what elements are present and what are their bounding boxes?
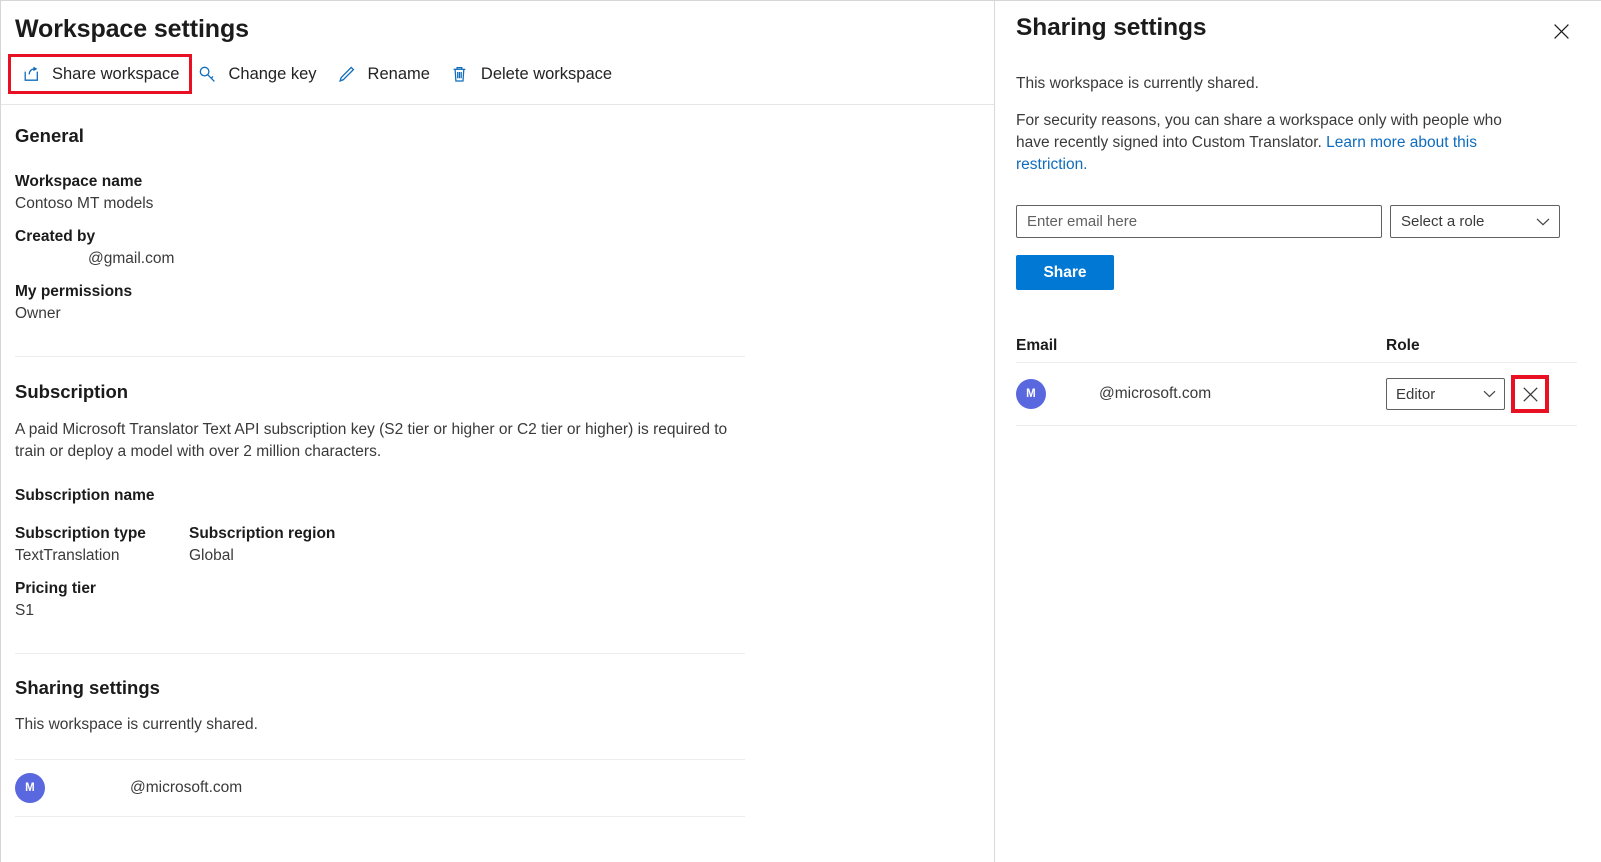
role-select[interactable]: Select a role bbox=[1390, 205, 1560, 238]
sharing-settings-heading: Sharing settings bbox=[15, 676, 160, 698]
share-workspace-label: Share workspace bbox=[52, 64, 180, 83]
column-header-role: Role bbox=[1386, 337, 1420, 354]
key-icon bbox=[195, 63, 219, 85]
subscription-type-value: TextTranslation bbox=[15, 547, 120, 565]
shared-users-table: Email Role M @microsoft.com Editor bbox=[1016, 330, 1577, 426]
general-divider bbox=[15, 355, 745, 357]
subscription-type-label: Subscription type bbox=[15, 524, 146, 542]
table-row-divider bbox=[1016, 425, 1577, 426]
flyout-status-text: This workspace is currently shared. bbox=[1016, 75, 1259, 92]
created-by-label: Created by bbox=[15, 227, 96, 245]
delete-workspace-label: Delete workspace bbox=[480, 64, 613, 83]
sharing-settings-section: Sharing settings This workspace is curre… bbox=[15, 677, 994, 736]
workspace-name-value: Contoso MT models bbox=[15, 195, 154, 213]
change-key-button[interactable]: Change key bbox=[189, 57, 328, 91]
pencil-icon bbox=[335, 63, 359, 85]
subscription-region-value: Global bbox=[189, 547, 234, 565]
column-header-email: Email bbox=[1016, 337, 1058, 354]
subscription-description: A paid Microsoft Translator Text API sub… bbox=[15, 420, 728, 461]
row-role-value: Editor bbox=[1396, 385, 1436, 403]
table-row: M @microsoft.com Editor bbox=[1016, 363, 1577, 425]
share-icon bbox=[19, 63, 43, 85]
my-permissions-label: My permissions bbox=[15, 282, 133, 300]
list-item: M @microsoft.com bbox=[15, 760, 994, 816]
subscription-region-col: Subscription region Global bbox=[189, 523, 335, 568]
avatar: M bbox=[1016, 379, 1046, 409]
share-button[interactable]: Share bbox=[1016, 255, 1114, 290]
share-form: Select a role bbox=[1016, 205, 1577, 238]
general-heading: General bbox=[15, 125, 84, 146]
sharing-status-text: This workspace is currently shared. bbox=[15, 715, 258, 733]
subscription-region-label: Subscription region bbox=[189, 524, 336, 542]
cell-role: Editor bbox=[1386, 375, 1577, 413]
trash-icon bbox=[448, 63, 472, 85]
page-title: Workspace settings bbox=[15, 15, 249, 43]
member-email: @microsoft.com bbox=[130, 779, 243, 797]
change-key-label: Change key bbox=[228, 64, 317, 83]
workspace-settings-screen: Workspace settings Share workspace Chang… bbox=[0, 0, 1601, 862]
subscription-name-label: Subscription name bbox=[15, 487, 155, 505]
remove-member-button[interactable] bbox=[1511, 375, 1549, 413]
flyout-title: Sharing settings bbox=[1016, 14, 1207, 41]
share-workspace-button[interactable]: Share workspace bbox=[7, 54, 193, 94]
general-section: General Workspace name Contoso MT models… bbox=[15, 125, 994, 326]
subscription-divider bbox=[15, 652, 745, 654]
row-role-select[interactable]: Editor bbox=[1386, 378, 1505, 410]
subscription-heading: Subscription bbox=[15, 380, 129, 402]
row-email: @microsoft.com bbox=[1099, 385, 1212, 402]
subscription-type-region-row: Subscription type TextTranslation Subscr… bbox=[15, 523, 994, 568]
chevron-down-icon bbox=[1483, 390, 1496, 398]
chevron-down-icon bbox=[1536, 217, 1550, 226]
avatar: M bbox=[15, 773, 45, 804]
delete-workspace-button[interactable]: Delete workspace bbox=[442, 57, 624, 91]
email-field[interactable] bbox=[1016, 205, 1382, 238]
workspace-settings-panel: Workspace settings Share workspace Chang… bbox=[1, 1, 994, 862]
pricing-tier-label: Pricing tier bbox=[15, 579, 96, 597]
sharing-bottom-divider bbox=[15, 816, 745, 818]
flyout-note-text: For security reasons, you can share a wo… bbox=[1016, 110, 1508, 176]
rename-button[interactable]: Rename bbox=[329, 57, 442, 91]
my-permissions-value: Owner bbox=[15, 305, 61, 323]
created-by-value: @gmail.com bbox=[88, 250, 175, 268]
command-bar: Share workspace Change key Rename Delete… bbox=[7, 54, 994, 94]
close-icon[interactable] bbox=[1545, 15, 1577, 47]
pricing-tier-value: S1 bbox=[15, 602, 34, 620]
subscription-section: Subscription A paid Microsoft Translator… bbox=[15, 381, 994, 623]
toolbar-divider bbox=[1, 104, 994, 105]
role-select-value: Select a role bbox=[1401, 213, 1485, 230]
sharing-settings-flyout: Sharing settings This workspace is curre… bbox=[994, 1, 1601, 862]
workspace-name-label: Workspace name bbox=[15, 173, 143, 190]
subscription-type-col: Subscription type TextTranslation bbox=[15, 523, 189, 568]
rename-label: Rename bbox=[367, 64, 430, 83]
flyout-header: Sharing settings bbox=[1016, 1, 1577, 47]
table-header-row: Email Role bbox=[1016, 330, 1577, 362]
cell-email: M @microsoft.com bbox=[1016, 379, 1386, 409]
